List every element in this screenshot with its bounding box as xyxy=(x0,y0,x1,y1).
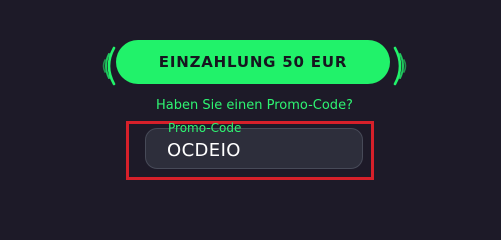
promo-code-link[interactable]: Haben Sie einen Promo-Code? xyxy=(0,98,501,113)
sound-wave-right-icon xyxy=(393,46,407,86)
promo-code-input[interactable] xyxy=(167,138,353,162)
promo-code-label: Promo-Code xyxy=(168,121,242,135)
sound-wave-left-icon xyxy=(102,46,116,86)
deposit-button[interactable]: EINZAHLUNG 50 EUR xyxy=(116,40,390,84)
